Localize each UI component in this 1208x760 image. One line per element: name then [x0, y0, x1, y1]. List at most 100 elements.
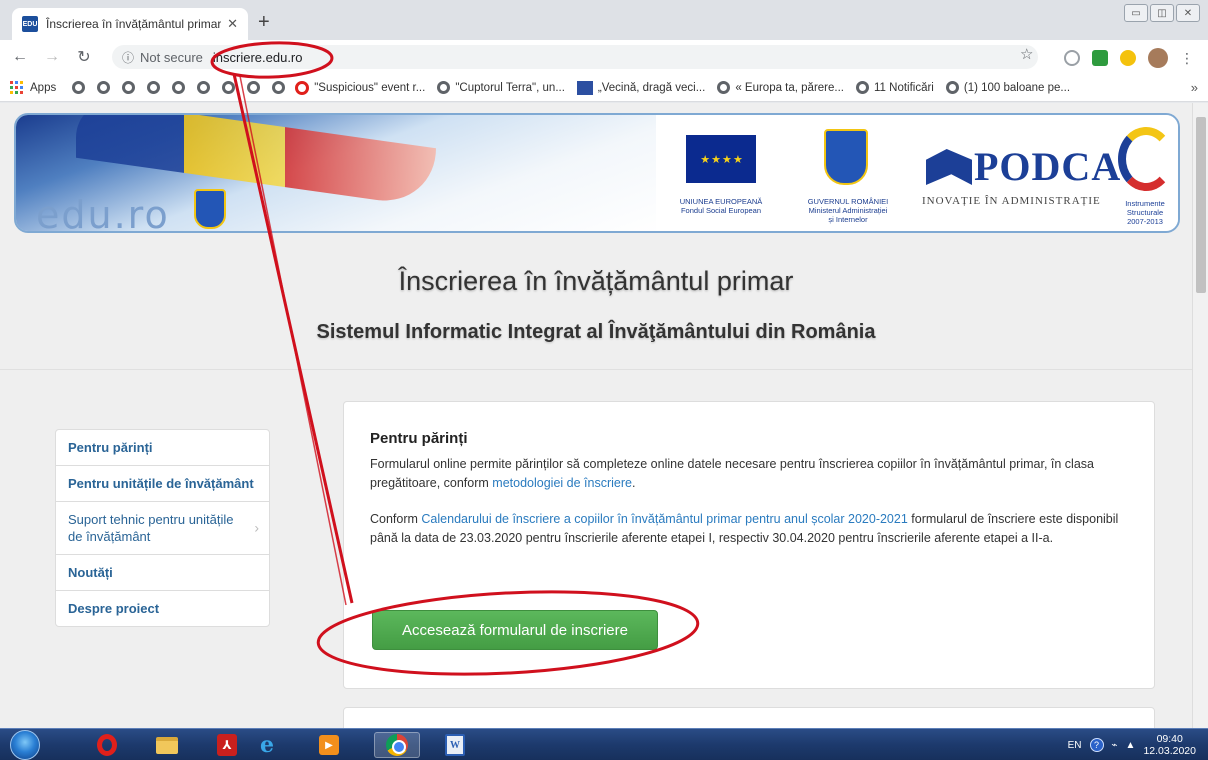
sidebar-item-label: Pentru unitățile de învățământ [68, 476, 254, 491]
chrome-icon [386, 734, 408, 756]
panel-calendar: Conform Calendarului de înscriere a copi… [370, 510, 1128, 548]
clock-time: 09:40 [1156, 733, 1183, 745]
bookmark-label: "Cuptorul Terra", un... [455, 81, 565, 94]
bookmark-item[interactable]: "Suspicious" event r... [295, 80, 425, 95]
panel-title: Pentru părinți [370, 430, 468, 447]
url-text[interactable]: inscriere.edu.ro [213, 50, 303, 65]
help-icon[interactable]: ? [1089, 738, 1104, 752]
bookmark-globe-icon[interactable] [272, 81, 286, 94]
menu-kebab-icon[interactable]: ⋮ [1180, 50, 1194, 67]
calendar-link[interactable]: Calendarului de înscriere a copiilor în … [421, 512, 907, 526]
info-icon[interactable]: ⓘ [122, 49, 134, 66]
media-player-icon: ▶ [319, 735, 339, 755]
tray-expand-icon[interactable]: ▲ [1126, 740, 1136, 751]
folder-icon [156, 736, 178, 754]
word-icon: W [445, 734, 465, 756]
bookmark-globe-icon[interactable] [147, 81, 161, 94]
banner-flag-area: edu.ro [16, 115, 656, 231]
extension-icons: ⋮ [1064, 48, 1194, 68]
bookmark-globe-icon[interactable] [97, 81, 111, 94]
bookmark-item[interactable]: „Vecină, dragă veci... [576, 80, 705, 95]
browser-toolbar: ← → ↻ ⓘ Not secure inscriere.edu.ro ☆ ⋮ [0, 40, 1208, 74]
forward-icon[interactable]: → [40, 48, 64, 66]
taskbar-opera[interactable] [84, 732, 130, 758]
bookmark-star-icon[interactable]: ☆ [1020, 45, 1033, 63]
opera-icon [295, 80, 310, 95]
instrumente-label: Instrumente Structurale 2007-2013 [1125, 199, 1165, 226]
page-scrollbar[interactable] [1192, 103, 1208, 728]
network-icon[interactable]: ⌁ [1112, 740, 1118, 751]
bookmarks-overflow-button[interactable]: » [1191, 80, 1198, 95]
apps-grid-icon [10, 80, 24, 95]
window-controls: ▭ ◫ ✕ [1124, 4, 1200, 22]
new-tab-button[interactable]: + [258, 12, 270, 32]
tab-strip: EDU Înscrierea în învățământul primar ✕ … [0, 0, 1208, 40]
bookmark-globe-icon[interactable] [172, 81, 186, 94]
extension-yellow-icon[interactable] [1120, 50, 1136, 66]
bookmarks-bar: Apps "Suspicious" event r... "Cuptorul T… [0, 74, 1208, 102]
address-bar[interactable]: ⓘ Not secure inscriere.edu.ro [112, 45, 1038, 69]
sidebar-item-label: Noutăți [68, 565, 113, 580]
taskbar-ie[interactable]: e [244, 732, 290, 758]
start-button[interactable] [10, 730, 40, 760]
close-window-button[interactable]: ✕ [1176, 4, 1200, 22]
eu-flag-icon: ★ ★ ★ ★ [686, 135, 756, 183]
bookmark-globe-icon[interactable] [197, 81, 211, 94]
extension-gray-icon[interactable] [1064, 50, 1080, 66]
page-title: Înscrierea în învățământul primar [398, 266, 794, 296]
minimize-button[interactable]: ▭ [1124, 4, 1148, 22]
reload-icon[interactable]: ↻ [72, 47, 96, 67]
bookmark-label: « Europa ta, părere... [735, 81, 844, 94]
sidebar-item-about[interactable]: Despre proiect [56, 591, 269, 626]
profile-avatar[interactable] [1148, 48, 1168, 68]
instrumente-structurale-icon [1118, 127, 1174, 191]
bookmark-label: (1) 100 baloane pe... [963, 81, 1071, 94]
podca-name: PODCA [974, 144, 1122, 189]
browser-tab[interactable]: EDU Înscrierea în învățământul primar ✕ [12, 8, 248, 40]
globe-icon [856, 81, 869, 94]
bookmark-apps[interactable]: Apps [10, 80, 57, 95]
sidebar-item-parents[interactable]: Pentru părinți [56, 430, 269, 466]
bookmark-item[interactable]: 11 Notificări [856, 81, 934, 94]
government-label: GUVERNUL ROMÂNIEI Ministerul Administraț… [807, 197, 889, 224]
apps-label: Apps [30, 81, 57, 94]
coat-of-arms-icon [194, 189, 226, 229]
calendar-prefix: Conform [370, 512, 422, 526]
page-viewport: edu.ro ★ ★ ★ ★ UNIUNEA EUROPEANĂ Fondul … [0, 103, 1192, 728]
taskbar: ⅄ e ▶ W EN ? ⌁ ▲ 09:40 12.03.2020 [0, 728, 1208, 760]
sidebar-item-label: Pentru părinți [68, 440, 153, 455]
site-favicon-icon [576, 80, 593, 95]
scrollbar-thumb[interactable] [1196, 117, 1206, 293]
extension-check-icon[interactable] [1092, 50, 1108, 66]
government-coat-icon [824, 129, 868, 185]
clock[interactable]: 09:40 12.03.2020 [1143, 733, 1196, 757]
bookmark-globe-icon[interactable] [72, 81, 86, 94]
close-tab-icon[interactable]: ✕ [227, 16, 238, 32]
taskbar-chrome[interactable] [374, 732, 420, 758]
bookmark-globe-icon[interactable] [222, 81, 236, 94]
sidebar-item-schools[interactable]: Pentru unitățile de învățământ [56, 466, 269, 502]
methodology-link[interactable]: metodologiei de înscriere [492, 476, 632, 490]
taskbar-explorer[interactable] [144, 732, 190, 758]
sidebar-nav: Pentru părinți Pentru unitățile de învăț… [55, 429, 270, 627]
bookmark-globe-icon[interactable] [122, 81, 136, 94]
bookmark-item[interactable]: « Europa ta, părere... [717, 81, 844, 94]
intro-text: Formularul online permite părinților să … [370, 457, 1094, 490]
edu-ro-logo[interactable]: edu.ro [36, 193, 170, 231]
podca-logo-icon [926, 149, 972, 185]
access-form-button[interactable]: Accesează formularul de inscriere [372, 610, 658, 650]
bookmark-item[interactable]: (1) 100 baloane pe... [945, 81, 1071, 94]
next-panel [343, 707, 1155, 728]
taskbar-media[interactable]: ▶ [306, 732, 352, 758]
taskbar-word[interactable]: W [432, 732, 478, 758]
globe-icon [437, 81, 451, 94]
bookmark-globe-icon[interactable] [247, 81, 261, 94]
sidebar-item-news[interactable]: Noutăți [56, 555, 269, 591]
language-indicator[interactable]: EN [1068, 740, 1082, 751]
back-icon[interactable]: ← [8, 48, 32, 66]
maximize-button[interactable]: ◫ [1150, 4, 1174, 22]
sidebar-item-tech-support[interactable]: Suport tehnic pentru unitățile de învăță… [56, 502, 269, 555]
eu-label: UNIUNEA EUROPEANĂ Fondul Social European [679, 197, 763, 215]
bookmark-item[interactable]: "Cuptorul Terra", un... [437, 81, 565, 94]
tab-title: Înscrierea în învățământul primar [46, 17, 222, 31]
